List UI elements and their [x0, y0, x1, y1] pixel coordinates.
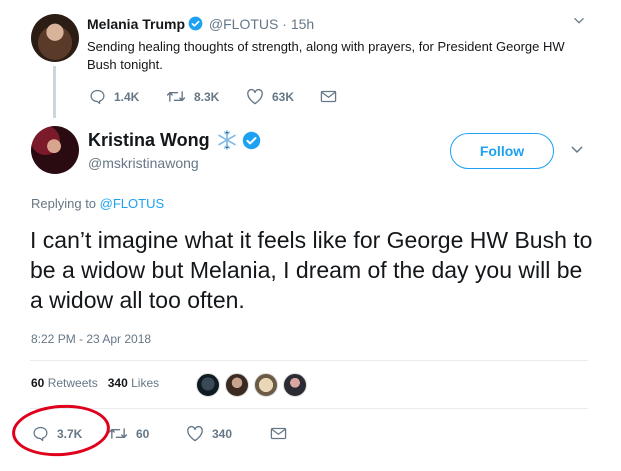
annotation-circle [10, 401, 112, 460]
thread-connector [53, 66, 56, 118]
quoted-author-handle[interactable]: @FLOTUS [209, 16, 278, 32]
replying-to: Replying to @FLOTUS [31, 196, 164, 211]
like-count: 340 [212, 426, 233, 441]
quoted-tweet-text: Sending healing thoughts of strength, al… [87, 39, 565, 72]
snowflake-icon [216, 129, 238, 151]
quoted-tweet-header: Melania Trump @FLOTUS · 15h [87, 15, 587, 35]
author-name[interactable]: Kristina Wong [88, 129, 261, 151]
quoted-tweet-actions: 1.4K 8.3K 63K [89, 88, 337, 105]
retweet-count: 8.3K [194, 89, 220, 104]
like-icon [187, 425, 203, 442]
liker-avatar[interactable] [283, 373, 307, 397]
replying-to-label: Replying to [31, 196, 97, 211]
reply-action[interactable]: 1.4K [89, 88, 166, 105]
quoted-author-name[interactable]: Melania Trump [87, 16, 185, 32]
chevron-down-icon[interactable] [569, 142, 585, 163]
reply-count: 1.4K [114, 89, 140, 104]
verified-badge-icon [242, 131, 261, 150]
quoted-tweet-time[interactable]: 15h [291, 16, 314, 32]
direct-message-icon [270, 427, 287, 440]
direct-message-icon [320, 90, 337, 103]
direct-message-action[interactable] [270, 426, 287, 441]
verified-badge-icon [188, 16, 203, 35]
liker-avatar[interactable] [254, 373, 278, 397]
reply-icon [90, 89, 105, 105]
likes-stat[interactable]: 340 Likes [108, 376, 159, 390]
separator-dot: · [282, 16, 287, 32]
likes-stat-label: Likes [131, 376, 160, 390]
divider [30, 360, 588, 361]
author-handle[interactable]: @mskristinawong [88, 155, 199, 171]
retweet-action[interactable]: 8.3K [166, 88, 246, 105]
quoted-tweet[interactable]: Melania Trump @FLOTUS · 15h Sending heal… [87, 15, 587, 74]
follow-button[interactable]: Follow [450, 133, 554, 169]
liker-avatar[interactable] [196, 373, 220, 397]
author-name-text: Kristina Wong [88, 129, 210, 150]
like-icon [247, 88, 263, 105]
liker-avatar[interactable] [225, 373, 249, 397]
like-action[interactable]: 63K [246, 88, 320, 105]
retweets-stat-count: 60 [31, 376, 45, 390]
tweet-timestamp[interactable]: 8:22 PM - 23 Apr 2018 [31, 332, 151, 346]
retweet-icon [166, 91, 186, 102]
retweet-count: 60 [136, 426, 150, 441]
avatar-kristina[interactable] [31, 126, 79, 174]
divider [30, 408, 588, 409]
retweet-action[interactable]: 60 [108, 425, 186, 442]
like-action[interactable]: 340 [186, 425, 270, 442]
retweets-stat-label: Retweets [47, 376, 98, 390]
retweets-stat[interactable]: 60 Retweets [31, 376, 98, 390]
direct-message-action[interactable] [320, 89, 337, 104]
chevron-down-icon[interactable] [572, 14, 586, 33]
tweet-text: I can’t imagine what it feels like for G… [30, 227, 593, 313]
retweet-icon [108, 428, 128, 439]
avatar-melania[interactable] [31, 14, 79, 62]
replying-to-mention[interactable]: @FLOTUS [100, 196, 164, 211]
tweet-stats: 60 Retweets 340 Likes [31, 376, 159, 390]
like-count: 63K [272, 89, 295, 104]
likes-stat-count: 340 [107, 376, 128, 390]
